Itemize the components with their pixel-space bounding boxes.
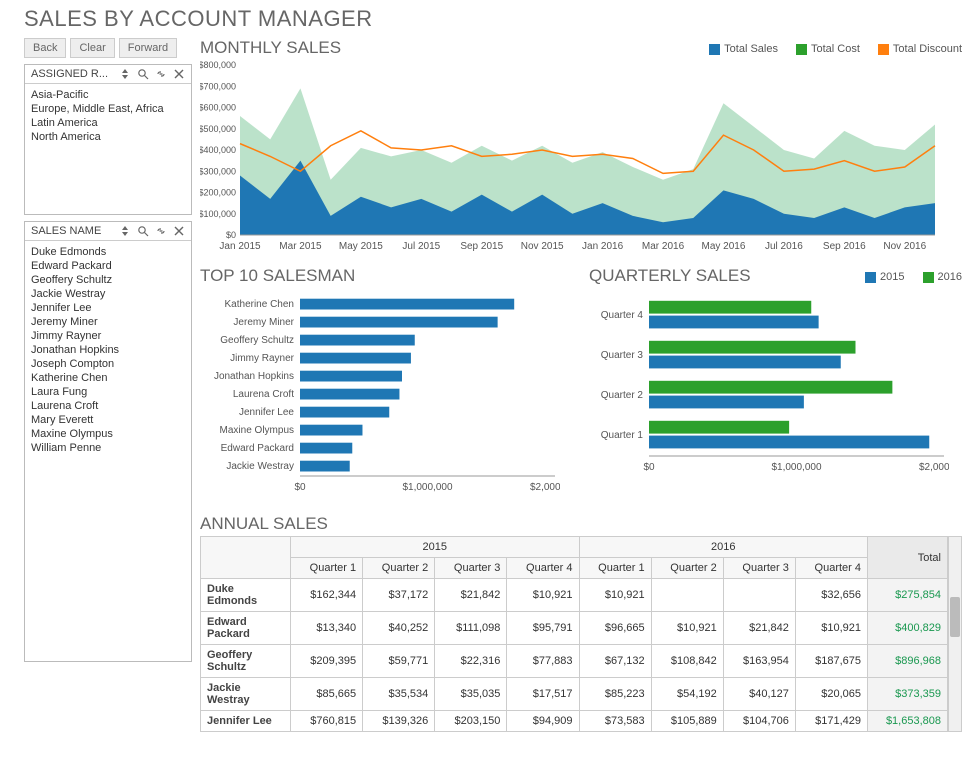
svg-text:$1,000,000: $1,000,000 bbox=[402, 482, 452, 493]
svg-text:Jan 2016: Jan 2016 bbox=[582, 241, 624, 252]
svg-text:Katherine Chen: Katherine Chen bbox=[225, 299, 295, 310]
svg-text:$0: $0 bbox=[226, 230, 236, 240]
svg-text:Mar 2015: Mar 2015 bbox=[279, 241, 322, 252]
svg-text:$0: $0 bbox=[643, 462, 655, 473]
monthly-chart[interactable]: $0 $100,000 $200,000 $300,000 $400,000 $500,0… bbox=[200, 60, 940, 255]
svg-text:Quarter 3: Quarter 3 bbox=[601, 350, 644, 361]
svg-text:Jul 2015: Jul 2015 bbox=[402, 241, 440, 252]
region-item[interactable]: North America bbox=[31, 130, 185, 144]
svg-text:$700,000: $700,000 bbox=[200, 81, 236, 91]
svg-text:Mar 2016: Mar 2016 bbox=[642, 241, 685, 252]
legend-item[interactable]: Total Sales bbox=[709, 43, 778, 55]
table-row[interactable]: Edward Packard$13,340$40,252$111,098$95,… bbox=[201, 612, 948, 645]
svg-text:$2,000,000: $2,000,000 bbox=[919, 462, 949, 473]
link-icon[interactable] bbox=[155, 68, 167, 80]
legend-item[interactable]: 2016 bbox=[923, 271, 962, 283]
sales-item[interactable]: Duke Edmonds bbox=[31, 245, 185, 259]
sales-item[interactable]: Jonathan Hopkins bbox=[31, 343, 185, 357]
svg-text:Jimmy Rayner: Jimmy Rayner bbox=[230, 353, 295, 364]
sales-panel: SALES NAME Duke EdmondsEdward PackardGeo… bbox=[24, 221, 192, 662]
forward-button[interactable]: Forward bbox=[119, 38, 177, 58]
region-item[interactable]: Asia-Pacific bbox=[31, 88, 185, 102]
monthly-title: MONTHLY SALES bbox=[200, 38, 341, 58]
svg-text:$400,000: $400,000 bbox=[200, 145, 236, 155]
legend-item[interactable]: Total Cost bbox=[796, 43, 860, 55]
sales-item[interactable]: Joseph Compton bbox=[31, 357, 185, 371]
svg-text:Jennifer Lee: Jennifer Lee bbox=[239, 407, 294, 418]
svg-text:Quarter 2: Quarter 2 bbox=[601, 390, 644, 401]
sales-item[interactable]: Edward Packard bbox=[31, 259, 185, 273]
svg-text:$200,000: $200,000 bbox=[200, 188, 236, 198]
svg-text:$1,000,000: $1,000,000 bbox=[771, 462, 821, 473]
top10-title: TOP 10 SALESMAN bbox=[200, 266, 573, 286]
table-row[interactable]: Jackie Westray$85,665$35,534$35,035$17,5… bbox=[201, 678, 948, 711]
legend-item[interactable]: Total Discount bbox=[878, 43, 962, 55]
close-icon[interactable] bbox=[173, 68, 185, 80]
sales-panel-title: SALES NAME bbox=[31, 225, 101, 237]
sort-icon[interactable] bbox=[119, 68, 131, 80]
svg-text:Jan 2015: Jan 2015 bbox=[219, 241, 261, 252]
sales-item[interactable]: Mary Everett bbox=[31, 413, 185, 427]
sales-item[interactable]: Maxine Olympus bbox=[31, 427, 185, 441]
region-item[interactable]: Europe, Middle East, Africa bbox=[31, 102, 185, 116]
svg-text:$0: $0 bbox=[294, 482, 306, 493]
table-row[interactable]: Duke Edmonds$162,344$37,172$21,842$10,92… bbox=[201, 579, 948, 612]
svg-text:Quarter 4: Quarter 4 bbox=[601, 310, 644, 321]
back-button[interactable]: Back bbox=[24, 38, 66, 58]
region-item[interactable]: Latin America bbox=[31, 116, 185, 130]
table-scrollbar[interactable] bbox=[948, 536, 962, 732]
regions-panel: ASSIGNED R... Asia-PacificEurope, Middle… bbox=[24, 64, 192, 215]
quarterly-legend: 2015 2016 bbox=[865, 271, 962, 283]
table-row[interactable]: Jennifer Lee$760,815$139,326$203,150$94,… bbox=[201, 711, 948, 732]
svg-text:Quarter 1: Quarter 1 bbox=[601, 430, 644, 441]
svg-text:Maxine Olympus: Maxine Olympus bbox=[220, 425, 294, 436]
page-title: SALES BY ACCOUNT MANAGER bbox=[24, 6, 962, 32]
svg-text:May 2016: May 2016 bbox=[702, 241, 746, 252]
sales-item[interactable]: Geoffery Schultz bbox=[31, 273, 185, 287]
sales-item[interactable]: Jackie Westray bbox=[31, 287, 185, 301]
sales-item[interactable]: Laura Fung bbox=[31, 385, 185, 399]
svg-text:$300,000: $300,000 bbox=[200, 166, 236, 176]
sales-item[interactable]: Jennifer Lee bbox=[31, 301, 185, 315]
svg-text:Jackie Westray: Jackie Westray bbox=[226, 461, 294, 472]
sales-item[interactable]: Katherine Chen bbox=[31, 371, 185, 385]
quarterly-chart[interactable]: Quarter 4 Quarter 3 Quarter 2 Quarter 1 $0 $1… bbox=[589, 288, 949, 483]
sort-icon[interactable] bbox=[119, 225, 131, 237]
search-icon[interactable] bbox=[137, 225, 149, 237]
svg-text:Sep 2016: Sep 2016 bbox=[823, 241, 866, 252]
svg-text:May 2015: May 2015 bbox=[339, 241, 383, 252]
svg-text:Jul 2016: Jul 2016 bbox=[765, 241, 803, 252]
table-row[interactable]: Geoffery Schultz$209,395$59,771$22,316$7… bbox=[201, 645, 948, 678]
svg-text:Geoffery Schultz: Geoffery Schultz bbox=[220, 335, 294, 346]
quarterly-title: QUARTERLY SALES bbox=[589, 266, 751, 286]
sales-item[interactable]: Jeremy Miner bbox=[31, 315, 185, 329]
close-icon[interactable] bbox=[173, 225, 185, 237]
svg-text:Nov 2016: Nov 2016 bbox=[883, 241, 926, 252]
svg-text:$100,000: $100,000 bbox=[200, 209, 236, 219]
link-icon[interactable] bbox=[155, 225, 167, 237]
svg-text:$600,000: $600,000 bbox=[200, 103, 236, 113]
svg-text:Sep 2015: Sep 2015 bbox=[460, 241, 503, 252]
svg-text:Jonathan Hopkins: Jonathan Hopkins bbox=[214, 371, 294, 382]
search-icon[interactable] bbox=[137, 68, 149, 80]
annual-table[interactable]: 20152016TotalQuarter 1Quarter 2Quarter 3… bbox=[200, 536, 948, 732]
sales-item[interactable]: Laurena Croft bbox=[31, 399, 185, 413]
annual-title: ANNUAL SALES bbox=[200, 514, 962, 534]
regions-panel-title: ASSIGNED R... bbox=[31, 68, 108, 80]
sales-item[interactable]: William Penne bbox=[31, 441, 185, 455]
svg-text:Nov 2015: Nov 2015 bbox=[521, 241, 564, 252]
svg-text:$800,000: $800,000 bbox=[200, 60, 236, 70]
svg-text:Edward Packard: Edward Packard bbox=[221, 443, 294, 454]
monthly-legend: Total Sales Total Cost Total Discount bbox=[709, 43, 962, 55]
clear-button[interactable]: Clear bbox=[70, 38, 114, 58]
svg-text:$500,000: $500,000 bbox=[200, 124, 236, 134]
svg-text:$2,000,000: $2,000,000 bbox=[530, 482, 560, 493]
nav-buttons: Back Clear Forward bbox=[24, 38, 192, 58]
sales-item[interactable]: Jimmy Rayner bbox=[31, 329, 185, 343]
svg-text:Laurena Croft: Laurena Croft bbox=[233, 389, 294, 400]
legend-item[interactable]: 2015 bbox=[865, 271, 904, 283]
top10-chart[interactable]: Katherine Chen Jeremy Miner Geoffery Schul… bbox=[200, 288, 560, 503]
svg-text:Jeremy Miner: Jeremy Miner bbox=[233, 317, 294, 328]
